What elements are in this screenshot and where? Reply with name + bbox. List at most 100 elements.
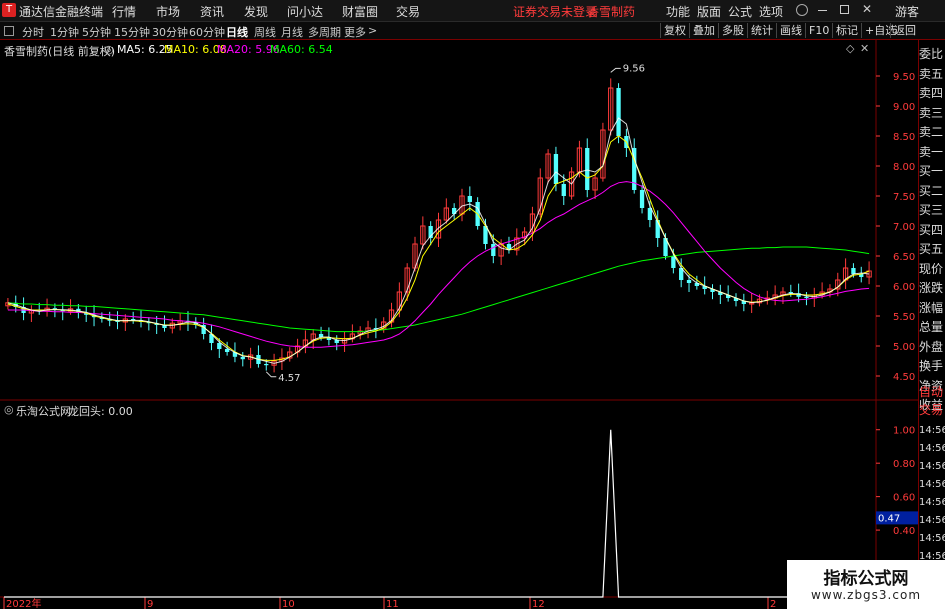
headset-icon[interactable] <box>796 4 808 16</box>
indicator-line <box>4 429 873 598</box>
menu-item-discover[interactable]: 发现 <box>244 3 268 20</box>
toolbar-button-adjust[interactable]: 复权 <box>660 23 689 38</box>
period-tab-intraday[interactable]: 分时 <box>22 24 44 40</box>
low-marker-label: 4.57 <box>278 373 300 384</box>
ma10-line <box>7 135 870 361</box>
sidebar-label-12: 涨跌 <box>919 281 944 295</box>
candle-body-33 <box>264 364 269 366</box>
price-label-8: 5.50 <box>893 312 915 323</box>
kline-chart[interactable]: 9.50 9.00 8.50 8.00 7.50 7.00 6.50 6.00 5.50 5.00… <box>0 40 918 609</box>
sidebar-label-11: 现价 <box>919 261 944 276</box>
menu-item-ask-xiaoda[interactable]: 问小达 <box>287 3 323 20</box>
date-label-3: 11 <box>386 599 399 609</box>
trade-time-0: 14:56 <box>919 425 945 436</box>
panel-toggle-icon[interactable] <box>4 26 14 36</box>
price-label-10: 4.50 <box>893 372 915 383</box>
app-title: 通达信金融终端 <box>19 5 104 19</box>
quote-sidebar: 委比 卖五 卖四 卖三 卖二 卖一 买一 买二 买三 买四 买五 现价 涨跌 涨幅 总量 外盘 换手 净资 收益 自动… <box>918 40 945 609</box>
candle-body-78 <box>616 88 621 136</box>
minimize-icon[interactable] <box>818 10 827 11</box>
period-tab-multi[interactable]: 多周期 <box>308 24 341 40</box>
toolbar-button-back[interactable]: 返回 <box>890 23 919 38</box>
candle-body-30 <box>240 356 245 360</box>
auto-trade-link[interactable]: 自动 <box>919 384 945 400</box>
sidebar-label-7: 买二 <box>919 183 944 198</box>
menu-item-options[interactable]: 选项 <box>759 3 783 20</box>
period-tab-more[interactable]: 更多 <box>344 24 366 40</box>
sub-current-label: 0.47 <box>878 513 900 524</box>
date-label-1: 9 <box>147 599 153 609</box>
high-marker-label: 9.56 <box>623 63 645 74</box>
toolbar-button-stats[interactable]: 统计 <box>747 23 776 38</box>
chevron-right-icon[interactable]: > <box>368 24 377 37</box>
menu-item-market[interactable]: 市场 <box>156 3 180 20</box>
period-tab-daily[interactable]: 日线 <box>226 24 248 40</box>
toolbar-button-mark[interactable]: 标记 <box>832 23 861 38</box>
menu-item-layout[interactable]: 版面 <box>697 3 721 20</box>
candle-body-87 <box>686 280 692 283</box>
sidebar-label-14: 总量 <box>919 320 944 334</box>
trade-login-warning[interactable]: 证券交易未登录 <box>513 3 597 20</box>
price-label-3: 8.00 <box>893 162 915 173</box>
close-icon[interactable]: ✕ <box>862 2 872 16</box>
date-label-2: 10 <box>282 599 295 609</box>
date-label-5: 2 <box>770 599 776 609</box>
auto-trade-link-2[interactable]: 交易 <box>919 402 945 418</box>
sidebar-label-16: 换手 <box>919 359 944 373</box>
sub-label-2: 0.60 <box>893 493 915 504</box>
toolbar-button-f10[interactable]: F10 <box>805 23 832 38</box>
date-label-4: 12 <box>532 599 545 609</box>
price-label-0: 9.50 <box>893 72 915 83</box>
watermark-url: www.zbgs3.com <box>810 588 922 602</box>
ma60-line <box>7 246 870 333</box>
price-label-2: 8.50 <box>893 132 915 143</box>
menu-item-formula[interactable]: 公式 <box>728 3 752 20</box>
toolbar-button-draw[interactable]: 画线 <box>776 23 805 38</box>
price-label-9: 5.00 <box>893 342 915 353</box>
price-label-6: 6.50 <box>893 252 915 263</box>
candle-body-108 <box>851 268 856 274</box>
menu-item-functions[interactable]: 功能 <box>666 3 690 20</box>
period-tab-weekly[interactable]: 周线 <box>254 24 276 40</box>
period-toolbar: 分时 1分钟 5分钟 15分钟 30分钟 60分钟 日线 周线 月线 多周期 更… <box>0 22 945 40</box>
trade-time-4: 14:56 <box>919 497 945 508</box>
candle-body-85 <box>671 256 676 268</box>
period-tab-60min[interactable]: 60分钟 <box>189 24 225 40</box>
maximize-icon[interactable] <box>840 5 849 14</box>
menu-item-wealth-circle[interactable]: 财富圈 <box>342 3 378 20</box>
toolbar-button-overlay[interactable]: 叠加 <box>689 23 718 38</box>
trade-time-3: 14:56 <box>919 479 945 490</box>
sidebar-label-8: 买三 <box>919 203 944 217</box>
sub-label-1: 0.80 <box>893 459 915 470</box>
period-tab-15min[interactable]: 15分钟 <box>114 24 150 40</box>
date-label-0: 2022年 <box>6 597 41 609</box>
user-guest[interactable]: 游客 <box>895 3 919 20</box>
sidebar-label-1: 卖五 <box>919 66 944 81</box>
period-tab-monthly[interactable]: 月线 <box>281 24 303 40</box>
candle-body-70 <box>553 154 559 184</box>
sidebar-label-5: 卖一 <box>919 144 944 159</box>
sidebar-label-2: 卖四 <box>919 86 944 100</box>
watermark-title: 指标公式网 <box>823 569 909 589</box>
menu-item-news[interactable]: 资讯 <box>200 3 224 20</box>
sidebar-label-3: 卖三 <box>919 105 944 120</box>
candle-body-62 <box>491 244 496 256</box>
sidebar-label-10: 买五 <box>919 242 944 256</box>
period-tab-30min[interactable]: 30分钟 <box>152 24 188 40</box>
sidebar-label-15: 外盘 <box>919 339 944 354</box>
current-stock-name: 香雪制药 <box>587 5 636 19</box>
menu-item-market-quotes[interactable]: 行情 <box>112 3 136 20</box>
menu-bar: T 通达信金融终端 行情 市场 资讯 发现 问小达 财富圈 交易 证券交易未登录… <box>0 0 945 22</box>
sidebar-label-4: 卖二 <box>919 125 944 139</box>
period-tab-1min[interactable]: 1分钟 <box>50 24 79 40</box>
trade-time-6: 14:56 <box>919 533 945 544</box>
toolbar-button-multi-stock[interactable]: 多股 <box>718 23 747 38</box>
candle-body-81 <box>639 190 645 208</box>
period-tab-5min[interactable]: 5分钟 <box>82 24 111 40</box>
candle-body-74 <box>585 148 590 190</box>
menu-item-trade[interactable]: 交易 <box>396 3 420 20</box>
candle-body-27 <box>217 343 222 349</box>
high-marker-arrow <box>610 67 621 73</box>
price-label-7: 6.00 <box>893 282 915 293</box>
sub-label-3: 0.40 <box>893 526 915 537</box>
